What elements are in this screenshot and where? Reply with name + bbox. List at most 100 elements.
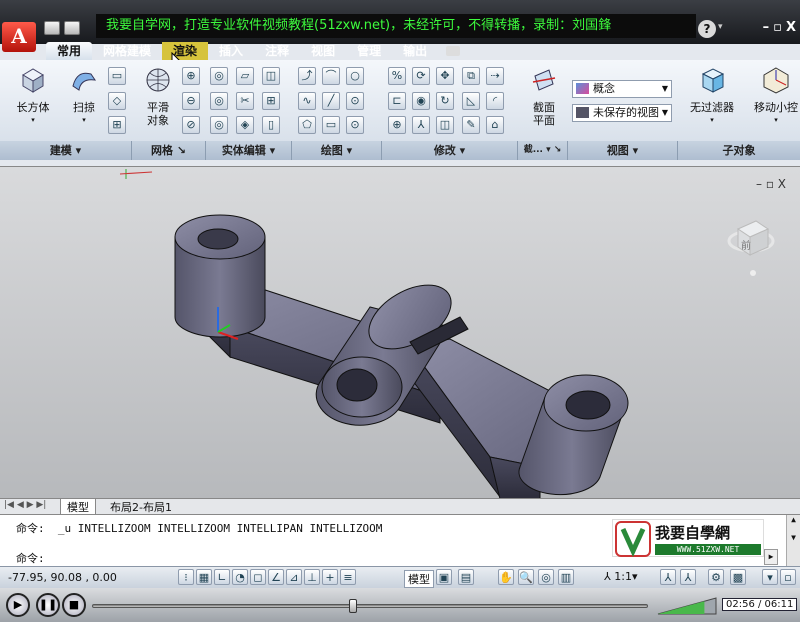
close-button[interactable]: X — [786, 20, 796, 35]
open-file-icon[interactable] — [64, 21, 80, 35]
smooth-object-button[interactable]: 平滑 对象 — [140, 66, 176, 127]
extrude-icon[interactable]: ▭ — [108, 67, 126, 85]
3dosnap-toggle-icon[interactable]: ∠ — [268, 569, 284, 585]
app-menu-button[interactable]: A — [2, 22, 36, 52]
extract-edges-icon[interactable]: ▱ — [236, 67, 254, 85]
panel-title-subobject[interactable]: 子对象 — [678, 141, 800, 160]
box-button[interactable]: 长方体 ▾ — [10, 66, 56, 127]
layout-quickview-icon[interactable]: ▣ — [436, 569, 452, 585]
visual-style-select[interactable]: 概念 ▼ — [572, 80, 672, 98]
extrude-faces-icon[interactable]: ◫ — [262, 67, 280, 85]
ellipse-icon[interactable]: ⊙ — [346, 92, 364, 110]
polar-toggle-icon[interactable]: ◔ — [232, 569, 248, 585]
auto-scale-icon[interactable]: ⅄ — [680, 569, 696, 585]
new-file-icon[interactable] — [44, 21, 60, 35]
panel-title-solid-editing[interactable]: 实体编辑 ▾ — [206, 141, 292, 160]
rotate-icon[interactable]: ⟳ — [412, 67, 430, 85]
named-view-select[interactable]: 未保存的视图 ▼ — [572, 104, 672, 122]
polyline-icon[interactable]: ⤴ — [298, 67, 316, 85]
panel-title-draw[interactable]: 绘图 ▾ — [292, 141, 382, 160]
mesh-smooth-more-icon[interactable]: ⊕ — [182, 67, 200, 85]
copy-icon[interactable]: ⧉ — [462, 67, 480, 85]
array-icon[interactable]: ◉ — [412, 92, 430, 110]
ribbon-minimize-icon[interactable] — [446, 46, 461, 56]
imprint-icon[interactable]: ⊞ — [262, 92, 280, 110]
intersect-icon[interactable]: ◎ — [210, 116, 228, 134]
spline-icon[interactable]: ∿ — [298, 92, 316, 110]
lock-icon[interactable]: ▩ — [730, 569, 746, 585]
scale-icon[interactable]: ◺ — [462, 92, 480, 110]
osnap-toggle-icon[interactable]: ◻ — [250, 569, 266, 585]
play-button[interactable]: ▶ — [6, 593, 30, 617]
subtract-icon[interactable]: ◎ — [210, 92, 228, 110]
command-window[interactable]: 命令: _u INTELLIZOOM INTELLIZOOM INTELLIPA… — [0, 514, 800, 567]
clean-screen-icon[interactable]: ▫ — [780, 569, 796, 585]
workspace-icon[interactable]: ⚙ — [708, 569, 724, 585]
drawing-viewport[interactable]: – ▫ X 前 — [0, 166, 800, 499]
panel-title-modeling[interactable]: 建模 ▾ — [0, 141, 132, 160]
filter-button[interactable]: 无过滤器 ▾ — [684, 66, 740, 127]
tab-manage[interactable]: 管理 — [346, 42, 392, 60]
annotation-scale[interactable]: ⅄ 1:1▾ — [604, 570, 637, 583]
tab-insert[interactable]: 插入 — [208, 42, 254, 60]
tab-layout[interactable]: 布局2-布局1 — [104, 499, 178, 515]
panel-title-modify[interactable]: 修改 ▾ — [382, 141, 518, 160]
mesh-refine-icon[interactable]: ⊘ — [182, 116, 200, 134]
separate-icon[interactable]: ▯ — [262, 116, 280, 134]
thicken-icon[interactable]: ◈ — [236, 116, 254, 134]
scroll-right-icon[interactable]: ▶ — [764, 549, 778, 565]
presspull-icon[interactable]: ⊞ — [108, 116, 126, 134]
polygon-icon[interactable]: ⬠ — [298, 116, 316, 134]
sweep-button[interactable]: 扫掠 ▾ — [64, 66, 104, 127]
otrack-toggle-icon[interactable]: ⊿ — [286, 569, 302, 585]
lineweight-toggle-icon[interactable]: ≡ — [340, 569, 356, 585]
tab-annotate[interactable]: 注释 — [254, 42, 300, 60]
pause-button[interactable]: ❚❚ — [36, 593, 60, 617]
circle-icon[interactable]: ○ — [346, 67, 364, 85]
circular-icon[interactable]: ↻ — [436, 92, 454, 110]
showmotion-icon[interactable]: ▥ — [558, 569, 574, 585]
help-button[interactable]: ? — [698, 20, 716, 38]
tab-output[interactable]: 输出 — [392, 42, 438, 60]
mesh-smooth-less-icon[interactable]: ⊖ — [182, 92, 200, 110]
point-icon[interactable]: ⊙ — [346, 116, 364, 134]
align-icon[interactable]: ⅄ — [412, 116, 430, 134]
erase-icon[interactable]: ✎ — [462, 116, 480, 134]
trim-icon[interactable]: % — [388, 67, 406, 85]
section-plane-button[interactable]: 截面 平面 — [526, 66, 562, 127]
grid-toggle-icon[interactable]: ▦ — [196, 569, 212, 585]
pan-icon[interactable]: ✋ — [498, 569, 514, 585]
arc-icon[interactable]: ⌒ — [322, 67, 340, 85]
offset-icon[interactable]: ◫ — [436, 116, 454, 134]
minimize-button[interactable]: – — [763, 20, 770, 35]
move-icon[interactable]: ✥ — [436, 67, 454, 85]
tab-home[interactable]: 常用 — [46, 42, 93, 60]
stop-button[interactable]: ■ — [62, 593, 86, 617]
steeringwheel-icon[interactable]: ◎ — [538, 569, 554, 585]
rectangle-icon[interactable]: ▭ — [322, 116, 340, 134]
status-menu-icon[interactable]: ▾ — [762, 569, 778, 585]
help-dropdown-icon[interactable]: ▾ — [718, 22, 723, 32]
extend-icon[interactable]: ⇢ — [486, 67, 504, 85]
volume-slider[interactable] — [656, 594, 718, 616]
line-icon[interactable]: ╱ — [322, 92, 340, 110]
explode-icon[interactable]: ⊕ — [388, 116, 406, 134]
zoom-icon[interactable]: 🔍 — [518, 569, 534, 585]
seek-thumb[interactable] — [349, 599, 358, 613]
panel-title-view[interactable]: 视图 ▾ — [568, 141, 678, 160]
ducs-toggle-icon[interactable]: ⊥ — [304, 569, 320, 585]
layout-nav-arrows-icon[interactable]: |◀ ◀ ▶ ▶| — [4, 500, 46, 510]
seek-bar[interactable] — [92, 599, 648, 613]
loft-icon[interactable]: ◇ — [108, 92, 126, 110]
union-icon[interactable]: ◎ — [210, 67, 228, 85]
slice-icon[interactable]: ✂ — [236, 92, 254, 110]
snap-toggle-icon[interactable]: ⁝ — [178, 569, 194, 585]
dyn-toggle-icon[interactable]: + — [322, 569, 338, 585]
3d-model[interactable] — [0, 167, 800, 499]
annotation-visibility-icon[interactable]: ⅄ — [660, 569, 676, 585]
fillet-icon[interactable]: ◜ — [486, 92, 504, 110]
model-space-toggle[interactable]: 模型 — [404, 570, 434, 588]
panel-title-mesh[interactable]: 网格 ↘ — [132, 141, 206, 160]
command-prompt[interactable]: 命令: — [16, 550, 45, 566]
stretch-icon[interactable]: ⊏ — [388, 92, 406, 110]
